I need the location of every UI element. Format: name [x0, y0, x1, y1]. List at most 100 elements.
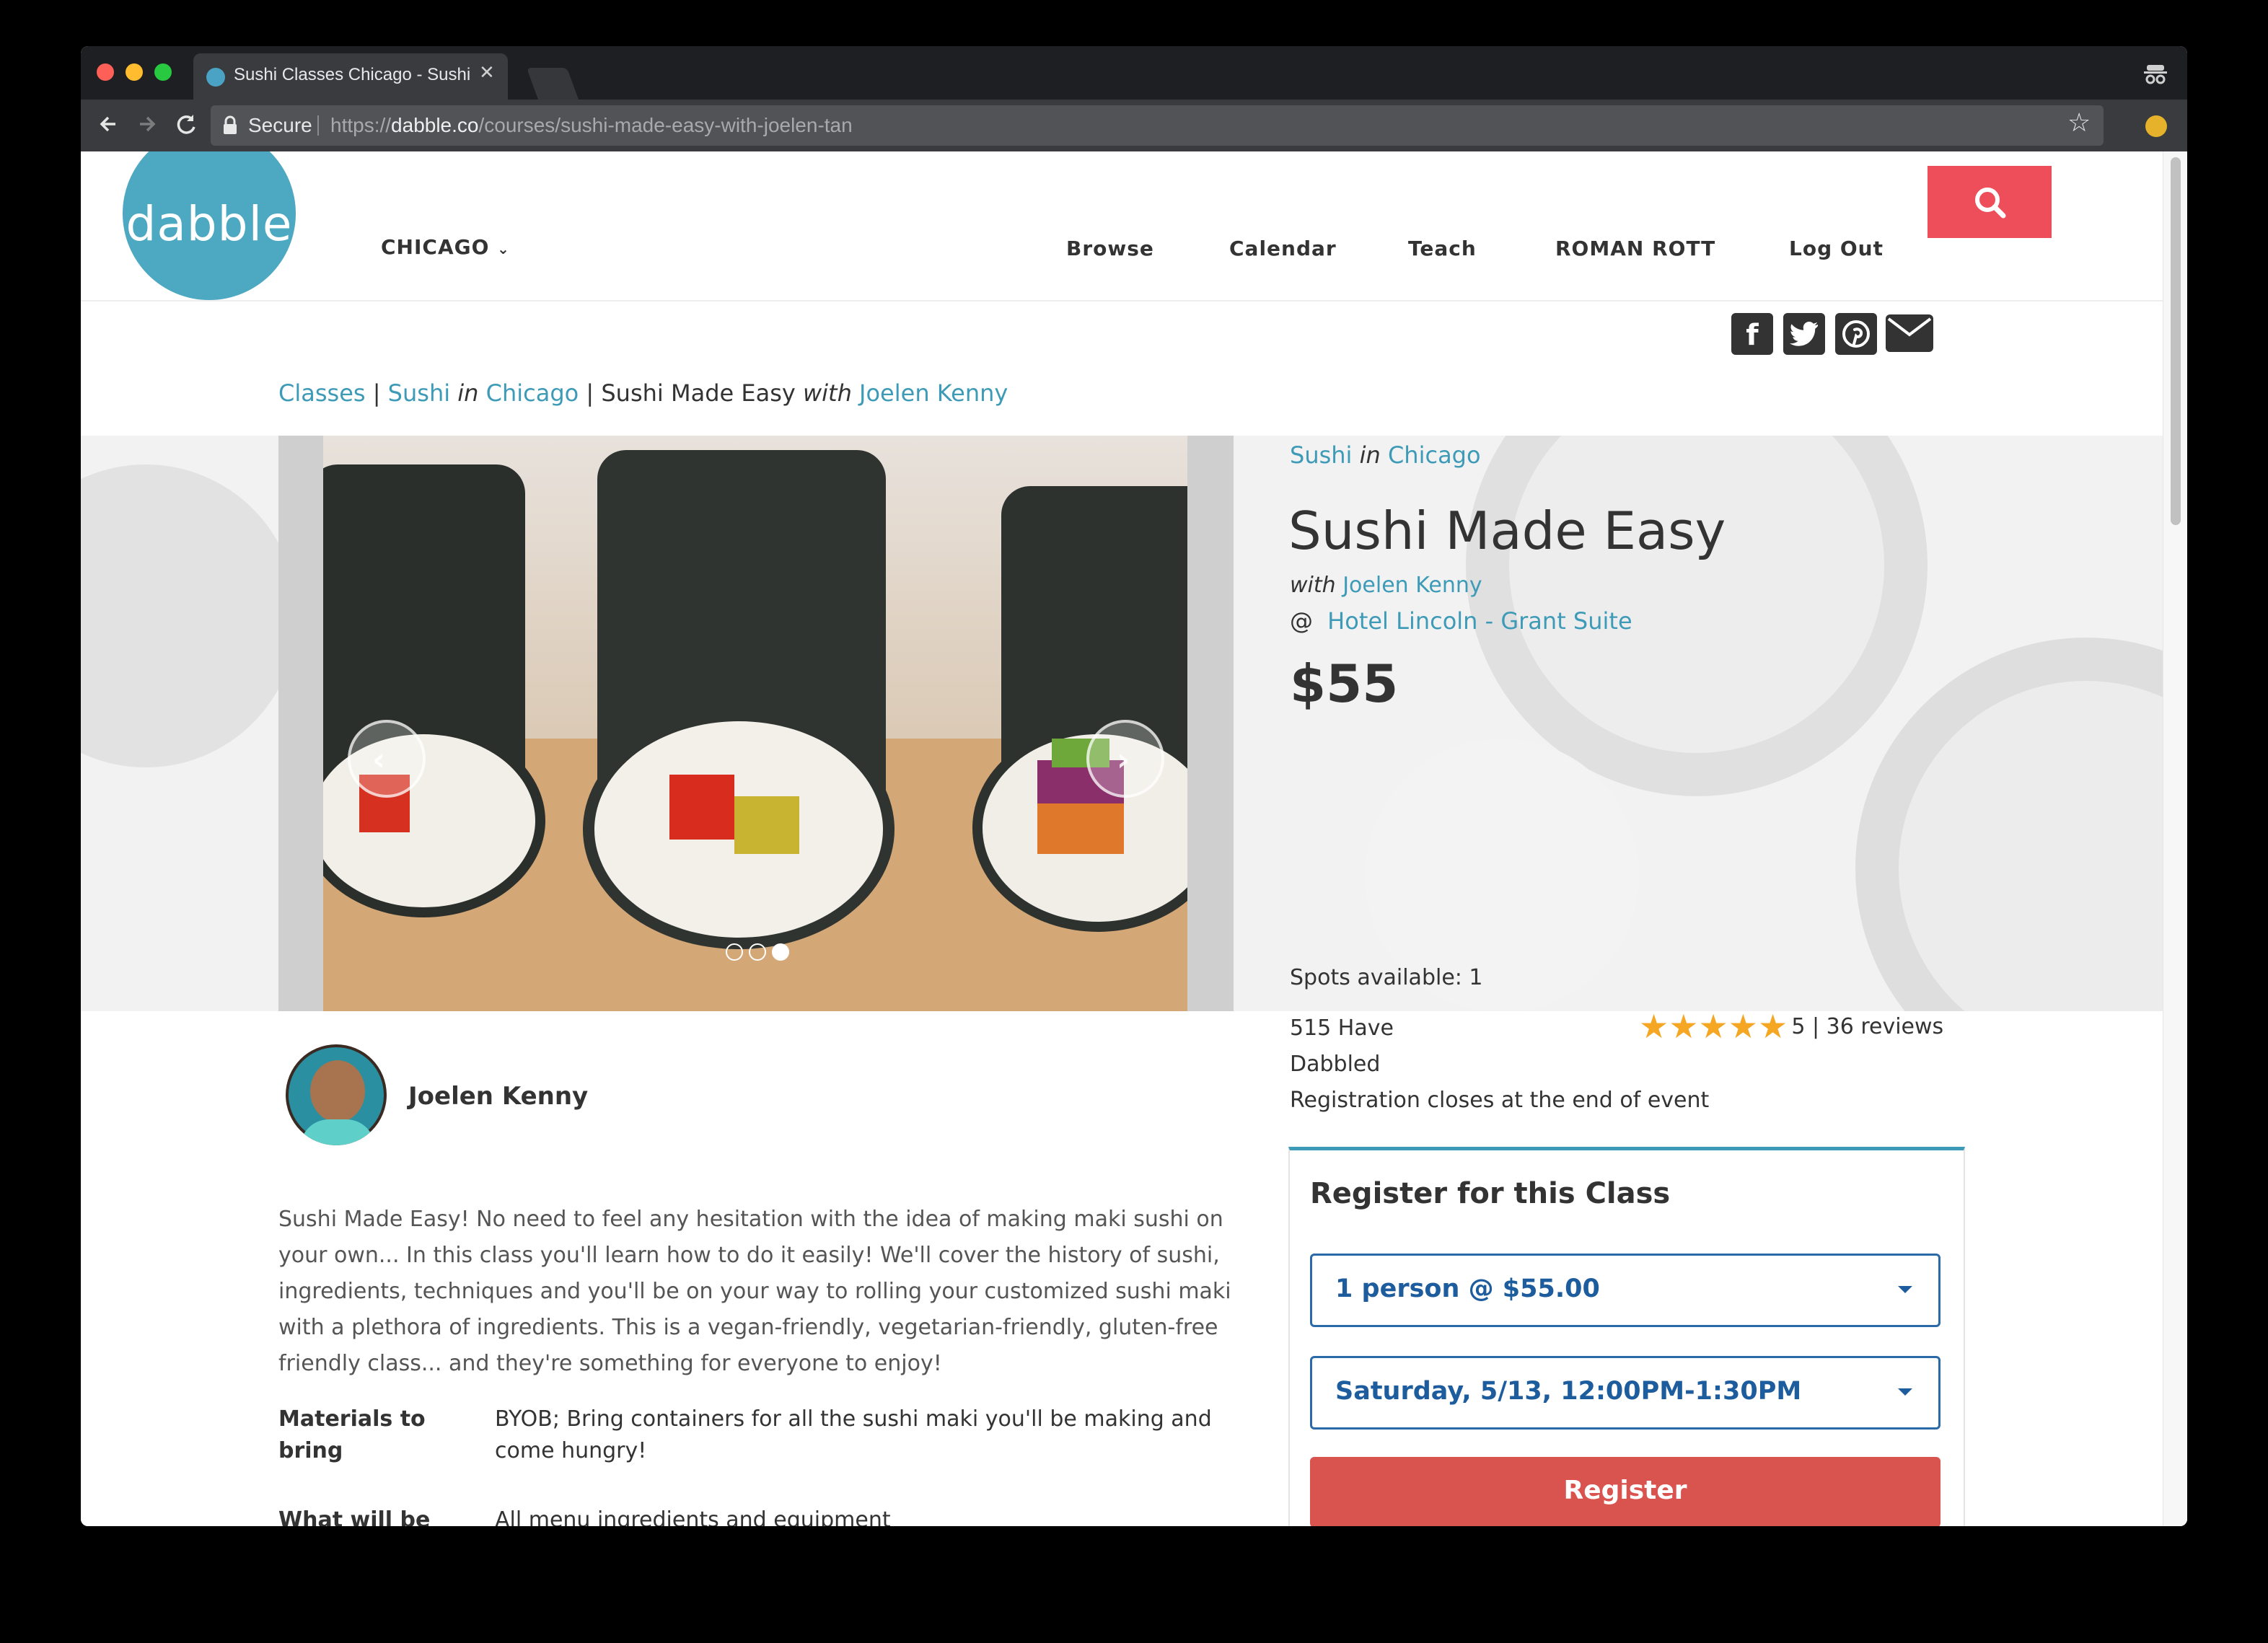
lock-icon	[222, 115, 238, 136]
register-heading: Register for this Class	[1310, 1177, 1671, 1210]
class-instructor-line: with Joelen Kenny	[1290, 573, 1482, 598]
twitter-icon[interactable]	[1783, 313, 1825, 355]
browser-window: Sushi Classes Chicago - Sushi ✕ Secure h…	[81, 46, 2187, 1526]
pinterest-icon[interactable]	[1835, 313, 1877, 355]
chevron-down-icon: ⌄	[497, 240, 510, 257]
maximize-window-button[interactable]	[154, 63, 172, 81]
chevron-down-icon	[1898, 1388, 1912, 1396]
carousel-dot[interactable]	[749, 943, 766, 961]
star-icon: ★	[1728, 1007, 1758, 1046]
nav-browse[interactable]: Browse	[1066, 237, 1154, 260]
url-text: https://dabble.co/courses/sushi-made-eas…	[330, 114, 853, 137]
breadcrumb-instructor[interactable]: Joelen Kenny	[859, 379, 1008, 407]
class-description: Sushi Made Easy! No need to feel any hes…	[278, 1207, 1231, 1376]
new-tab-button[interactable]	[526, 68, 579, 100]
star-icon: ★	[1698, 1007, 1728, 1046]
header-divider	[81, 300, 2163, 301]
category-link[interactable]: Sushi	[1290, 441, 1352, 469]
detail-label-provided: What will be provided	[278, 1507, 431, 1526]
venue-link[interactable]: Hotel Lincoln - Grant Suite	[1327, 607, 1632, 635]
extension-icon[interactable]	[2145, 115, 2167, 137]
category-in: in	[1359, 441, 1381, 469]
class-venue-line: @ Hotel Lincoln - Grant Suite	[1290, 607, 1632, 635]
register-button-label: Register	[1563, 1476, 1687, 1505]
url-scheme: https://	[330, 114, 392, 136]
sushi-roll-filling	[734, 796, 799, 854]
instructor-link[interactable]: Joelen Kenny	[1342, 573, 1482, 598]
email-icon[interactable]	[1886, 314, 1933, 352]
quantity-select[interactable]: 1 person @ $55.00	[1310, 1254, 1940, 1327]
nav-user-account[interactable]: ROMAN ROTT	[1555, 237, 1715, 260]
spots-available: Spots available: 1	[1290, 965, 1483, 990]
rating[interactable]: ★★★★★ 5 | 36 reviews	[1639, 1007, 1943, 1046]
date-select-value: Saturday, 5/13, 12:00PM-1:30PM	[1335, 1377, 1802, 1406]
breadcrumb-with: with	[802, 379, 852, 407]
scrollbar-track[interactable]	[2163, 151, 2187, 1526]
instructor-name[interactable]: Joelen Kenny	[408, 1082, 588, 1111]
date-select[interactable]: Saturday, 5/13, 12:00PM-1:30PM	[1310, 1356, 1940, 1430]
avatar-face	[310, 1060, 365, 1122]
hero-blur-shape	[81, 464, 297, 767]
register-button[interactable]: Register	[1310, 1457, 1940, 1526]
forward-icon[interactable]	[133, 110, 162, 138]
carousel-dot-active[interactable]	[772, 943, 789, 961]
instructor-avatar[interactable]	[286, 1044, 387, 1145]
facebook-icon[interactable]: f	[1731, 313, 1773, 355]
close-window-button[interactable]	[97, 63, 114, 81]
star-icon: ★	[1639, 1007, 1669, 1046]
star-icon: ★	[1669, 1007, 1699, 1046]
detail-value-materials: BYOB; Bring containers for all the sushi…	[495, 1406, 1212, 1463]
secure-label: Secure	[248, 114, 312, 136]
with-label: with	[1290, 573, 1336, 598]
logo-text: dabble	[126, 196, 293, 252]
chevron-down-icon	[1898, 1286, 1912, 1293]
sushi-roll-filling	[669, 775, 734, 840]
minimize-window-button[interactable]	[126, 63, 143, 81]
breadcrumb-classes[interactable]: Classes	[278, 379, 366, 407]
browser-toolbar: Secure https://dabble.co/courses/sushi-m…	[81, 100, 2187, 151]
bookmark-star-icon[interactable]: ☆	[2067, 108, 2091, 138]
detail-label-materials: Materials to bring	[278, 1406, 426, 1463]
address-bar[interactable]: Secure https://dabble.co/courses/sushi-m…	[211, 105, 2104, 146]
carousel-next-button[interactable]: ›	[1086, 720, 1164, 798]
carousel-photo	[323, 436, 1187, 1011]
url-host: dabble.co	[391, 114, 479, 136]
scrollbar-thumb[interactable]	[2171, 157, 2181, 525]
class-title: Sushi Made Easy	[1288, 501, 1726, 561]
reload-icon[interactable]	[172, 110, 201, 138]
at-symbol: @	[1290, 607, 1313, 635]
breadcrumb-separator: |	[586, 379, 594, 407]
breadcrumb: Classes | Sushi in Chicago | Sushi Made …	[278, 379, 1008, 407]
breadcrumb-chicago[interactable]: Chicago	[486, 379, 579, 407]
search-button[interactable]	[1928, 166, 2052, 238]
breadcrumb-separator: |	[372, 379, 381, 407]
browser-titlebar: Sushi Classes Chicago - Sushi ✕	[81, 46, 2187, 100]
carousel-prev-button[interactable]: ‹	[348, 720, 426, 798]
chevron-left-icon: ‹	[372, 741, 386, 778]
browser-tab[interactable]: Sushi Classes Chicago - Sushi ✕	[193, 53, 508, 100]
star-icon: ★	[1758, 1007, 1788, 1046]
photo-carousel[interactable]: ‹ ›	[278, 436, 1234, 1011]
class-price: $55	[1290, 653, 1399, 714]
breadcrumb-in: in	[457, 379, 479, 407]
city-link[interactable]: Chicago	[1388, 441, 1481, 469]
page-content: dabble CHICAGO ⌄ Browse Calendar Teach R…	[81, 151, 2187, 1526]
class-category: Sushi in Chicago	[1290, 441, 1481, 469]
tab-close-icon[interactable]: ✕	[479, 62, 495, 84]
carousel-dot[interactable]	[726, 943, 743, 961]
dabble-logo[interactable]: dabble	[123, 151, 296, 300]
breadcrumb-sushi[interactable]: Sushi	[388, 379, 450, 407]
detail-value-provided: All menu ingredients and equipment	[495, 1507, 891, 1526]
nav-calendar[interactable]: Calendar	[1229, 237, 1337, 260]
city-selector[interactable]: CHICAGO ⌄	[381, 235, 510, 259]
url-path: /courses/sushi-made-easy-with-joelen-tan	[478, 114, 853, 136]
chevron-right-icon: ›	[1117, 741, 1130, 778]
hero-blur-shape	[1855, 638, 2163, 1011]
tab-title: Sushi Classes Chicago - Sushi	[234, 65, 471, 84]
registration-note: Registration closes at the end of event	[1290, 1088, 1710, 1113]
search-icon	[1972, 185, 2008, 221]
nav-teach[interactable]: Teach	[1408, 237, 1477, 260]
rating-text[interactable]: 5 | 36 reviews	[1791, 1014, 1943, 1039]
nav-logout[interactable]: Log Out	[1789, 237, 1884, 260]
back-icon[interactable]	[94, 110, 123, 138]
